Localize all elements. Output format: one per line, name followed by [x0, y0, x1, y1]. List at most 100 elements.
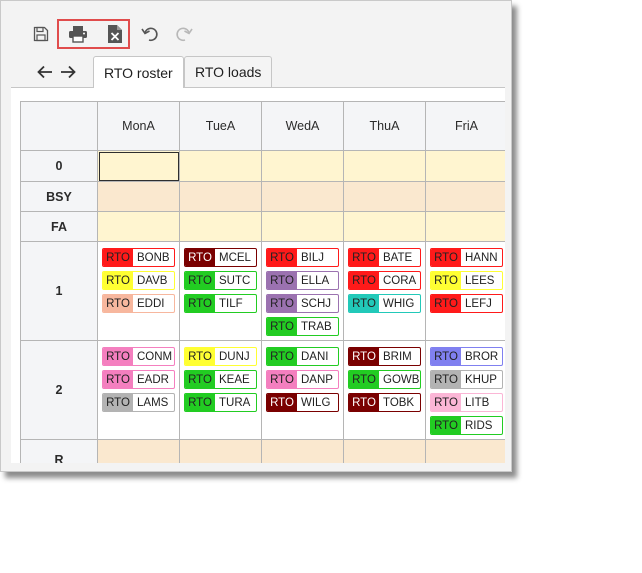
grid-cell[interactable] — [98, 212, 180, 242]
save-button[interactable] — [28, 21, 54, 47]
roster-chip[interactable]: RTO WILG — [266, 393, 339, 412]
chip-staff-code: EDDI — [137, 297, 165, 310]
grid-cell[interactable] — [262, 151, 344, 182]
roster-chip[interactable]: RTO SCHJ — [266, 294, 339, 313]
grid-cell[interactable]: RTO BONB RTO DAVB RTO EDDI — [98, 242, 180, 341]
undo-button[interactable] — [137, 21, 163, 47]
grid-cell[interactable] — [426, 212, 505, 242]
column-header[interactable]: ThuA — [344, 102, 426, 151]
grid-cell[interactable] — [426, 440, 505, 463]
grid-cell[interactable] — [180, 440, 262, 463]
roster-chip[interactable]: RTO GOWB — [348, 370, 421, 389]
grid-cell[interactable] — [98, 182, 180, 212]
roster-chip[interactable]: RTO HANN — [430, 248, 503, 267]
roster-chip[interactable]: RTO CORA — [348, 271, 421, 290]
chip-staff-code: RIDS — [465, 419, 493, 432]
roster-chip[interactable]: RTO EADR — [102, 370, 175, 389]
grid-cell[interactable] — [180, 212, 262, 242]
row-header[interactable]: R — [21, 440, 98, 463]
chip-role-tag: RTO — [431, 348, 461, 365]
chip-role-tag: RTO — [431, 249, 461, 266]
roster-chip[interactable]: RTO TURA — [184, 393, 257, 412]
grid-cell[interactable] — [180, 182, 262, 212]
forward-button[interactable] — [58, 62, 78, 82]
roster-chip[interactable]: RTO DUNJ — [184, 347, 257, 366]
roster-chip[interactable]: RTO KEAE — [184, 370, 257, 389]
grid-cell[interactable]: RTO DANI RTO DANP RTO WILG — [262, 341, 344, 440]
roster-chip[interactable]: RTO CONM — [102, 347, 175, 366]
roster-chip[interactable]: RTO EDDI — [102, 294, 175, 313]
grid-cell[interactable] — [262, 212, 344, 242]
roster-chip[interactable]: RTO WHIG — [348, 294, 421, 313]
grid-cell[interactable]: RTO MCEL RTO SUTC RTO TILF — [180, 242, 262, 341]
roster-chip[interactable]: RTO TOBK — [348, 393, 421, 412]
column-header-label: FriA — [455, 119, 478, 133]
grid-cell[interactable]: RTO HANN RTO LEES RTO LEFJ — [426, 242, 505, 341]
row-header[interactable]: 1 — [21, 242, 98, 341]
roster-chip[interactable]: RTO TRAB — [266, 317, 339, 336]
roster-chip[interactable]: RTO BONB — [102, 248, 175, 267]
grid-cell[interactable]: RTO BATE RTO CORA RTO WHIG — [344, 242, 426, 341]
grid-cell[interactable] — [262, 182, 344, 212]
print-button[interactable] — [65, 21, 91, 47]
grid-cell[interactable]: RTO BRIM RTO GOWB RTO TOBK — [344, 341, 426, 440]
roster-chip[interactable]: RTO DAVB — [102, 271, 175, 290]
chip-staff-code: LEFJ — [465, 297, 492, 310]
chip-staff-code: TURA — [219, 396, 251, 409]
column-header[interactable]: MonA — [98, 102, 180, 151]
row-header[interactable]: FA — [21, 212, 98, 242]
chip-role-tag: RTO — [185, 295, 215, 312]
row-header[interactable]: 0 — [21, 151, 98, 182]
roster-chip[interactable]: RTO TILF — [184, 294, 257, 313]
grid-cell[interactable] — [344, 151, 426, 182]
chip-staff-code: BROR — [465, 350, 499, 363]
roster-chip[interactable]: RTO DANI — [266, 347, 339, 366]
tab-rto-loads-label: RTO loads — [195, 64, 262, 80]
roster-chip[interactable]: RTO BILJ — [266, 248, 339, 267]
roster-chip[interactable]: RTO LITB — [430, 393, 503, 412]
chip-staff-code: LEES — [465, 274, 495, 287]
grid-cell[interactable]: RTO BROR RTO KHUP RTO LITB RTO RIDS — [426, 341, 505, 440]
grid-cell[interactable] — [98, 151, 180, 182]
roster-chip[interactable]: RTO RIDS — [430, 416, 503, 435]
row-header[interactable]: BSY — [21, 182, 98, 212]
grid-cell[interactable] — [344, 440, 426, 463]
grid-cell[interactable] — [180, 151, 262, 182]
chip-staff-code: EADR — [137, 373, 169, 386]
grid-cell[interactable]: RTO CONM RTO EADR RTO LAMS — [98, 341, 180, 440]
roster-grid: MonA TueA WedA ThuA FriA 0 BSY FA 1 RTO BONB RTO DAV… — [20, 101, 505, 463]
column-header[interactable]: WedA — [262, 102, 344, 151]
grid-cell[interactable]: RTO DUNJ RTO KEAE RTO TURA — [180, 341, 262, 440]
roster-chip[interactable]: RTO SUTC — [184, 271, 257, 290]
roster-chip[interactable]: RTO LAMS — [102, 393, 175, 412]
grid-cell[interactable] — [344, 212, 426, 242]
roster-chip[interactable]: RTO BRIM — [348, 347, 421, 366]
grid-cell[interactable]: RTO BILJ RTO ELLA RTO SCHJ RTO TRAB — [262, 242, 344, 341]
redo-button[interactable] — [171, 21, 197, 47]
column-header[interactable]: TueA — [180, 102, 262, 151]
roster-chip[interactable]: RTO LEFJ — [430, 294, 503, 313]
app-window: RTO roster RTO loads MonA TueA WedA ThuA Fri… — [0, 0, 512, 472]
tab-rto-roster[interactable]: RTO roster — [93, 56, 184, 88]
print-icon — [69, 26, 87, 43]
roster-chip[interactable]: RTO LEES — [430, 271, 503, 290]
roster-chip[interactable]: RTO BATE — [348, 248, 421, 267]
column-header[interactable]: FriA — [426, 102, 505, 151]
roster-chip[interactable]: RTO ELLA — [266, 271, 339, 290]
row-header[interactable]: 2 — [21, 341, 98, 440]
grid-cell[interactable] — [426, 151, 505, 182]
grid-cell[interactable] — [262, 440, 344, 463]
export-excel-icon — [108, 25, 122, 43]
grid-cell[interactable] — [98, 440, 180, 463]
back-button[interactable] — [35, 62, 55, 82]
tab-rto-loads[interactable]: RTO loads — [184, 56, 273, 87]
chip-staff-code: SCHJ — [301, 297, 332, 310]
roster-chip[interactable]: RTO DANP — [266, 370, 339, 389]
chip-staff-code: KEAE — [219, 373, 250, 386]
grid-cell[interactable] — [426, 182, 505, 212]
roster-chip[interactable]: RTO MCEL — [184, 248, 257, 267]
roster-chip[interactable]: RTO BROR — [430, 347, 503, 366]
grid-cell[interactable] — [344, 182, 426, 212]
roster-chip[interactable]: RTO KHUP — [430, 370, 503, 389]
export-excel-button[interactable] — [102, 21, 128, 47]
